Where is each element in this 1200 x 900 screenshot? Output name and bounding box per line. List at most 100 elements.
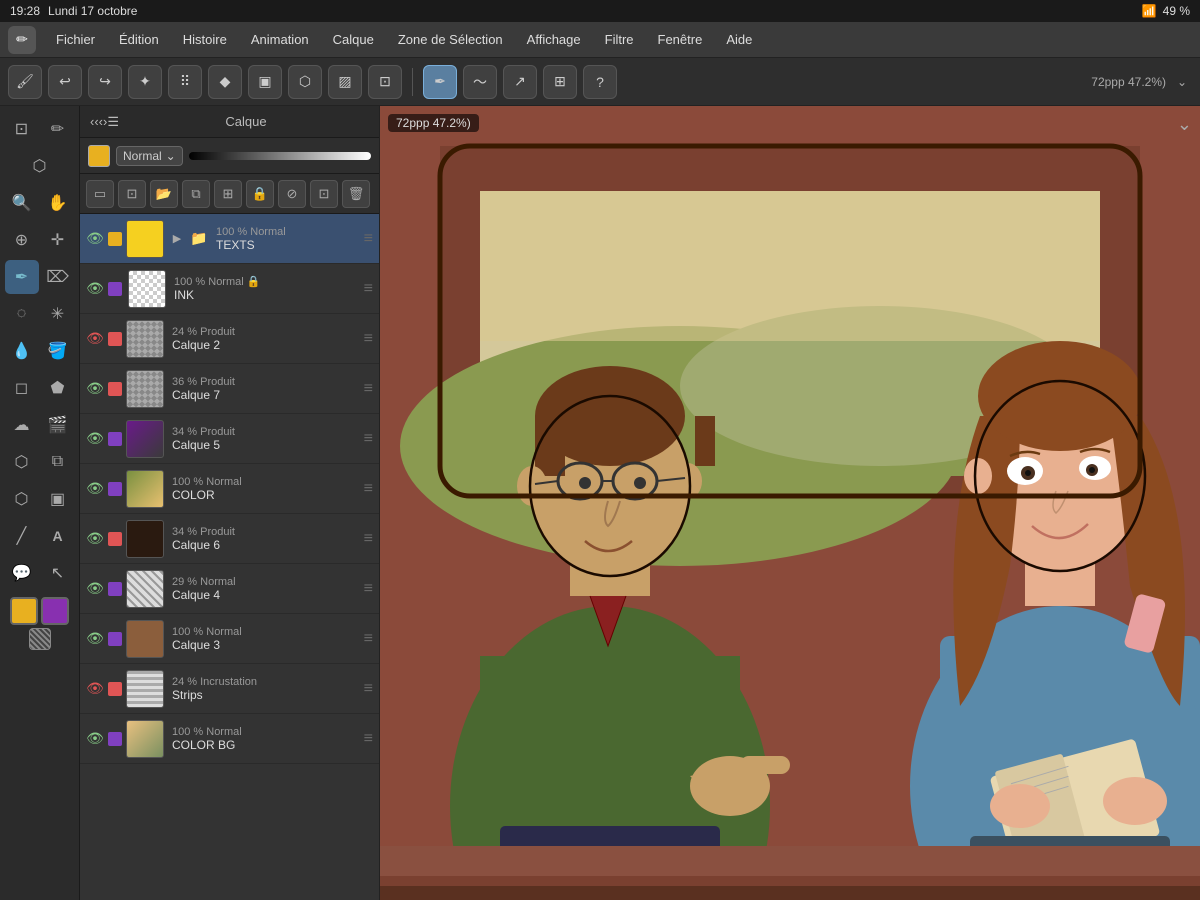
menu-fenetre[interactable]: Fenêtre (648, 28, 713, 51)
toolbar-fill-btn[interactable]: ◆ (208, 65, 242, 99)
layer-delete-btn[interactable]: 🗑 (342, 180, 370, 208)
tool-select[interactable]: ⊡ (5, 112, 39, 146)
layer-color-indicator[interactable] (88, 145, 110, 167)
layer-drag-handle[interactable]: ≡ (364, 480, 373, 498)
tool-history-brush[interactable]: ⬡ (23, 149, 57, 183)
toolbar-anchor-btn[interactable]: ↗ (503, 65, 537, 99)
tool-shape[interactable]: ⬡ (5, 445, 39, 479)
tool-square[interactable]: ▣ (41, 482, 75, 516)
tool-lasso[interactable]: ⌦ (41, 260, 75, 294)
layer-copy-btn[interactable]: ⧉ (182, 180, 210, 208)
layer-visibility-toggle[interactable]: 👁 (86, 280, 104, 298)
tool-smudge[interactable]: ⬟ (41, 371, 75, 405)
layer-item[interactable]: 👁 24 % Incrustation Strips ≡ (80, 664, 379, 714)
menu-histoire[interactable]: Histoire (173, 28, 237, 51)
layer-drag-handle[interactable]: ≡ (364, 580, 373, 598)
layer-visibility-toggle[interactable]: 👁 (86, 380, 104, 398)
layer-settings-btn[interactable]: ⊡ (310, 180, 338, 208)
layers-hamburger[interactable]: ☰ (107, 114, 119, 130)
layer-item[interactable]: 👁 ▶ 📁 100 % Normal TEXTS ≡ (80, 214, 379, 264)
layer-item[interactable]: 👁 100 % Normal COLOR ≡ (80, 464, 379, 514)
layer-drag-handle[interactable]: ≡ (364, 330, 373, 348)
menu-affichage[interactable]: Affichage (517, 28, 591, 51)
tool-paint-bucket[interactable]: 🪣 (41, 334, 75, 368)
new-layer-import-btn[interactable]: ⊡ (118, 180, 146, 208)
layer-mode-selector[interactable]: Normal ⌄ (116, 146, 183, 166)
tool-select-poly[interactable]: ✳ (41, 297, 75, 331)
menu-zone-selection[interactable]: Zone de Sélection (388, 28, 513, 51)
menu-filtre[interactable]: Filtre (595, 28, 644, 51)
layer-item[interactable]: 👁 100 % Normal COLOR BG ≡ (80, 714, 379, 764)
menu-calque[interactable]: Calque (323, 28, 384, 51)
layer-expand-toggle[interactable]: ▶ (168, 230, 186, 248)
pattern-swatch[interactable] (29, 628, 51, 650)
layer-item[interactable]: 👁 29 % Normal Calque 4 ≡ (80, 564, 379, 614)
toolbar-lasso-btn[interactable]: ⬡ (288, 65, 322, 99)
toolbar-select-btn[interactable]: ▨ (328, 65, 362, 99)
tool-pencil-line[interactable]: ╱ (5, 519, 39, 553)
toolbar-more-btn[interactable]: ⌄ (1172, 72, 1192, 92)
toolbar-redo-btn[interactable]: ↪ (88, 65, 122, 99)
layer-item[interactable]: 👁 100 % Normal Calque 3 ≡ (80, 614, 379, 664)
tool-eyedropper[interactable]: 💧 (5, 334, 39, 368)
tool-dodge[interactable]: ☁ (5, 408, 39, 442)
toolbar-curve-btn[interactable]: 〜 (463, 65, 497, 99)
toolbar-pen-btn[interactable]: ✒ (423, 65, 457, 99)
layer-item[interactable]: 👁 24 % Produit Calque 2 ≡ (80, 314, 379, 364)
layer-item[interactable]: 👁 34 % Produit Calque 5 ≡ (80, 414, 379, 464)
tool-select-circle[interactable]: ◌ (5, 297, 39, 331)
menu-animation[interactable]: Animation (241, 28, 319, 51)
menu-aide[interactable]: Aide (716, 28, 762, 51)
layer-drag-handle[interactable]: ≡ (364, 530, 373, 548)
tool-move[interactable]: ✛ (41, 223, 75, 257)
layer-visibility-toggle[interactable]: 👁 (86, 430, 104, 448)
layer-visibility-toggle[interactable]: 👁 (86, 730, 104, 748)
tool-pen[interactable]: ✏ (41, 112, 75, 146)
tool-eraser[interactable]: ◻ (5, 371, 39, 405)
tool-anchor[interactable]: ⬡ (5, 482, 39, 516)
layer-drag-handle[interactable]: ≡ (364, 680, 373, 698)
layers-nav-arrows[interactable]: ‹‹ (94, 114, 103, 129)
layer-item[interactable]: 👁 34 % Produit Calque 6 ≡ (80, 514, 379, 564)
layer-visibility-toggle[interactable]: 👁 (86, 330, 104, 348)
new-layer-rect-btn[interactable]: ▭ (86, 180, 114, 208)
layer-item[interactable]: 👁 100 % Normal 🔒 INK ≡ (80, 264, 379, 314)
layer-drag-handle[interactable]: ≡ (364, 230, 373, 248)
tool-speech[interactable]: 💬 (5, 556, 39, 590)
toolbar-transform-btn[interactable]: ▣ (248, 65, 282, 99)
layer-drag-handle[interactable]: ≡ (364, 380, 373, 398)
layer-item[interactable]: 👁 36 % Produit Calque 7 ≡ (80, 364, 379, 414)
tool-film[interactable]: 🎬 (41, 408, 75, 442)
tool-transform-move[interactable]: ⊕ (5, 223, 39, 257)
layer-visibility-toggle[interactable]: 👁 (86, 530, 104, 548)
menu-edition[interactable]: Édition (109, 28, 169, 51)
layer-lock-btn[interactable]: 🔒 (246, 180, 274, 208)
layer-drag-handle[interactable]: ≡ (364, 630, 373, 648)
tool-pan[interactable]: ✋ (41, 186, 75, 220)
open-folder-btn[interactable]: 📂 (150, 180, 178, 208)
toolbar-crop-btn[interactable]: ⊡ (368, 65, 402, 99)
tool-text[interactable]: A (41, 519, 75, 553)
secondary-color-swatch[interactable] (41, 597, 69, 625)
layer-visibility-toggle[interactable]: 👁 (86, 580, 104, 598)
layer-drag-handle[interactable]: ≡ (364, 430, 373, 448)
toolbar-brush-btn[interactable]: 🖌 (8, 65, 42, 99)
tool-draw[interactable]: ✒ (5, 260, 39, 294)
layer-special-btn[interactable]: ⊘ (278, 180, 306, 208)
toolbar-sun-btn[interactable]: ✦ (128, 65, 162, 99)
menu-fichier[interactable]: Fichier (46, 28, 105, 51)
layer-visibility-toggle[interactable]: 👁 (86, 480, 104, 498)
layer-visibility-toggle[interactable]: 👁 (86, 230, 104, 248)
primary-color-swatch[interactable] (10, 597, 38, 625)
toolbar-undo-btn[interactable]: ↩ (48, 65, 82, 99)
layer-paste-btn[interactable]: ⊞ (214, 180, 242, 208)
tool-zoom[interactable]: 🔍 (5, 186, 39, 220)
tool-layers[interactable]: ⧉ (41, 445, 75, 479)
layer-drag-handle[interactable]: ≡ (364, 730, 373, 748)
layer-opacity-slider[interactable] (189, 152, 371, 160)
toolbar-grid-btn[interactable]: ⊞ (543, 65, 577, 99)
toolbar-dots-btn[interactable]: ⠿ (168, 65, 202, 99)
canvas-expand-btn[interactable]: ⌄ (1177, 114, 1192, 135)
layer-visibility-toggle[interactable]: 👁 (86, 630, 104, 648)
tool-cursor[interactable]: ↖ (41, 556, 75, 590)
